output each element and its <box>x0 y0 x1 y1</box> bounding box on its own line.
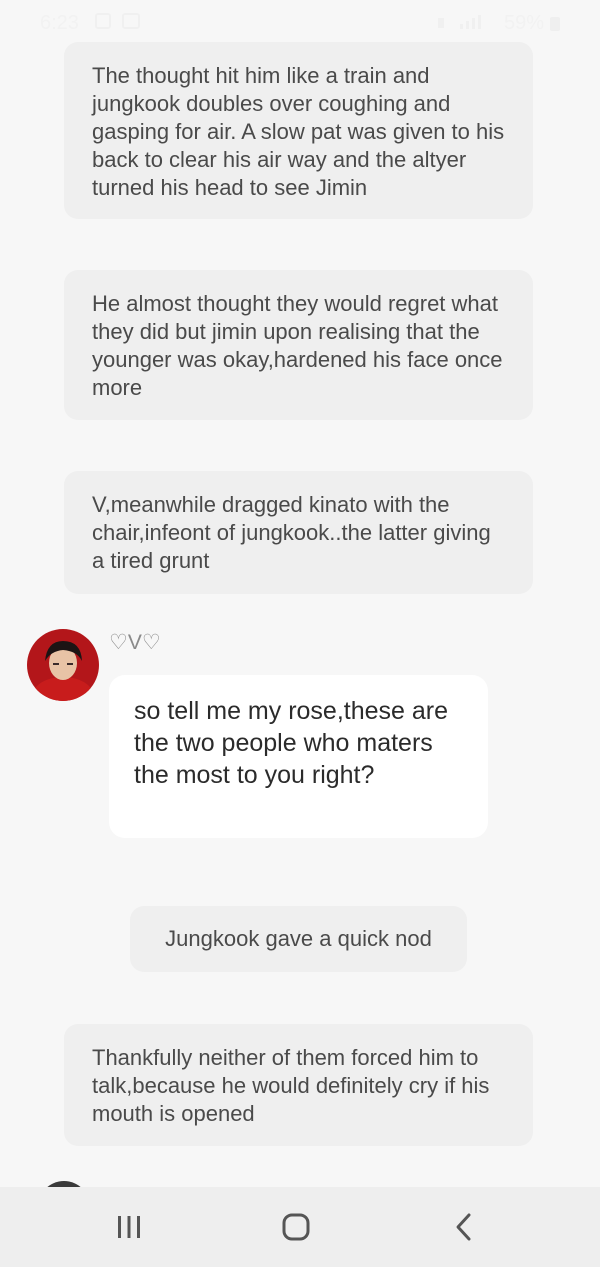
navigation-bar <box>0 1187 600 1267</box>
notification-icon <box>95 13 111 29</box>
gallery-icon <box>122 13 140 29</box>
narration-bubble: He almost thought they would regret what… <box>64 270 533 420</box>
home-icon[interactable] <box>274 1205 318 1249</box>
recents-icon[interactable] <box>107 1205 151 1249</box>
character-avatar[interactable] <box>27 629 99 701</box>
status-time: 6:23 <box>40 12 79 34</box>
battery-percentage: 59% <box>503 12 544 34</box>
character-name: ♡V♡ <box>109 631 161 654</box>
status-bar: 6:23 59% <box>0 0 600 44</box>
narration-bubble: Thankfully neither of them forced him to… <box>64 1024 533 1146</box>
narration-bubble: The thought hit him like a train and jun… <box>64 42 533 219</box>
speech-bubble: so tell me my rose,these are the two peo… <box>109 675 488 838</box>
narration-bubble: Jungkook gave a quick nod <box>130 906 467 972</box>
back-icon[interactable] <box>442 1205 486 1249</box>
battery-icon <box>550 17 560 31</box>
avatar-image <box>27 629 99 701</box>
narration-bubble: V,meanwhile dragged kinato with the chai… <box>64 471 533 594</box>
signal-icon <box>438 15 481 29</box>
